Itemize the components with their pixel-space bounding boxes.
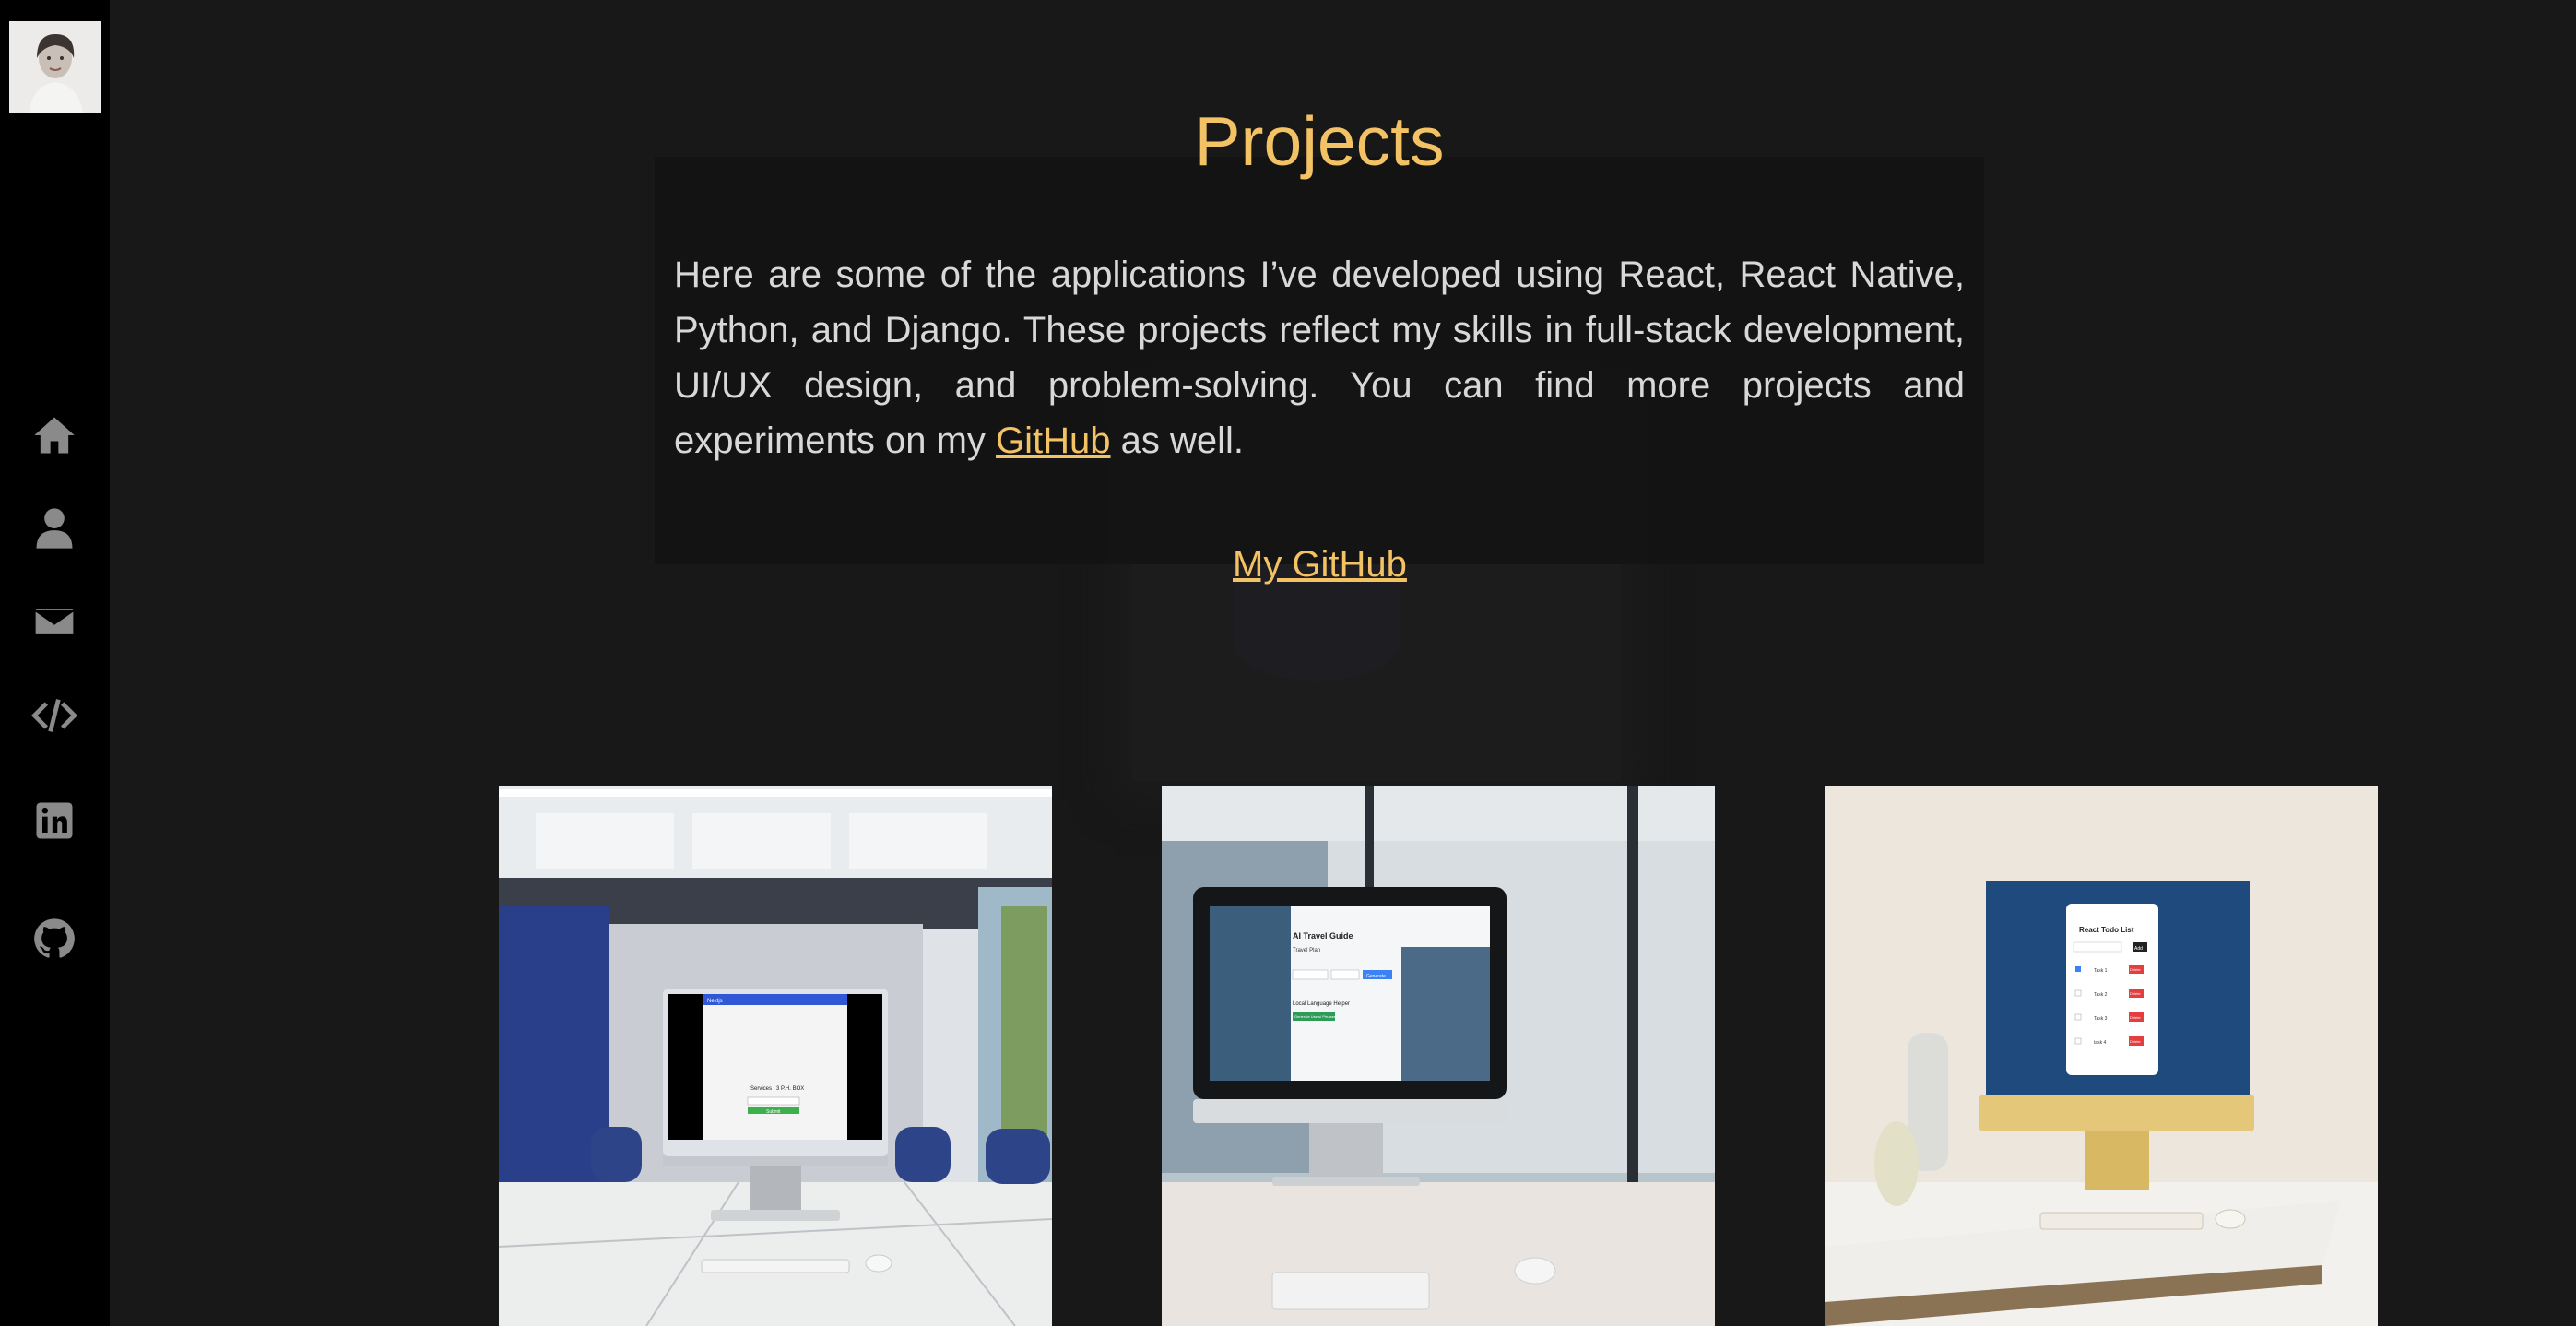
project-3-image: React Todo List Add Task 1 Delete Task 2… — [1825, 786, 2378, 1326]
project-3-delete: Delete — [2130, 1039, 2141, 1044]
project-3-task: Task 1 — [2094, 968, 2108, 974]
project-2-screen-section: Local Language Helper — [1293, 1001, 1350, 1007]
project-3-screen-title: React Todo List — [2079, 926, 2134, 934]
project-card-3[interactable]: React Todo List Add Task 1 Delete Task 2… — [1825, 786, 2378, 1326]
project-card-1[interactable]: Nextjs Services : 3 P.H. BOX Submit — [499, 786, 1052, 1326]
project-3-task: Task 2 — [2094, 992, 2108, 998]
description-github-link[interactable]: GitHub — [996, 420, 1111, 461]
project-3-task: Task 3 — [2094, 1016, 2108, 1022]
github-icon[interactable] — [27, 911, 82, 966]
project-3-delete: Delete — [2130, 991, 2141, 996]
project-2-image: AI Travel Guide Travel Plan Generate Loc… — [1162, 786, 1715, 1326]
project-2-screen-green-button: Generate Useful Phrases — [1294, 1014, 1336, 1019]
project-3-delete: Delete — [2130, 1015, 2141, 1020]
project-2-screen-button: Generate — [1366, 974, 1386, 979]
projects-description: Here are some of the applications I’ve d… — [674, 247, 1965, 468]
project-1-screen-heading: Services : 3 P.H. BOX — [750, 1086, 804, 1092]
project-3-task: task 4 — [2094, 1040, 2107, 1046]
home-icon[interactable] — [27, 408, 82, 463]
code-icon[interactable] — [27, 688, 82, 743]
envelope-icon[interactable] — [27, 594, 82, 649]
avatar-image — [9, 21, 101, 113]
sidebar — [0, 0, 110, 1326]
project-1-screen-button: Submit — [766, 1109, 781, 1115]
page-title: Projects — [1194, 102, 1445, 180]
project-2-screen-subtitle: Travel Plan — [1293, 948, 1320, 953]
linkedin-icon[interactable] — [27, 793, 82, 848]
description-text-end: as well. — [1110, 420, 1245, 461]
project-card-2[interactable]: AI Travel Guide Travel Plan Generate Loc… — [1162, 786, 1715, 1326]
project-2-screen-title: AI Travel Guide — [1293, 931, 1353, 941]
project-1-screen-title: Nextjs — [707, 999, 723, 1004]
my-github-link[interactable]: My GitHub — [1233, 544, 1407, 586]
description-text: Here are some of the applications I’ve d… — [674, 255, 1965, 461]
project-1-image: Nextjs Services : 3 P.H. BOX Submit — [499, 786, 1052, 1326]
user-icon[interactable] — [27, 501, 82, 556]
project-3-screen-add: Add — [2134, 946, 2143, 952]
avatar[interactable] — [9, 21, 101, 113]
project-3-delete: Delete — [2130, 967, 2141, 972]
